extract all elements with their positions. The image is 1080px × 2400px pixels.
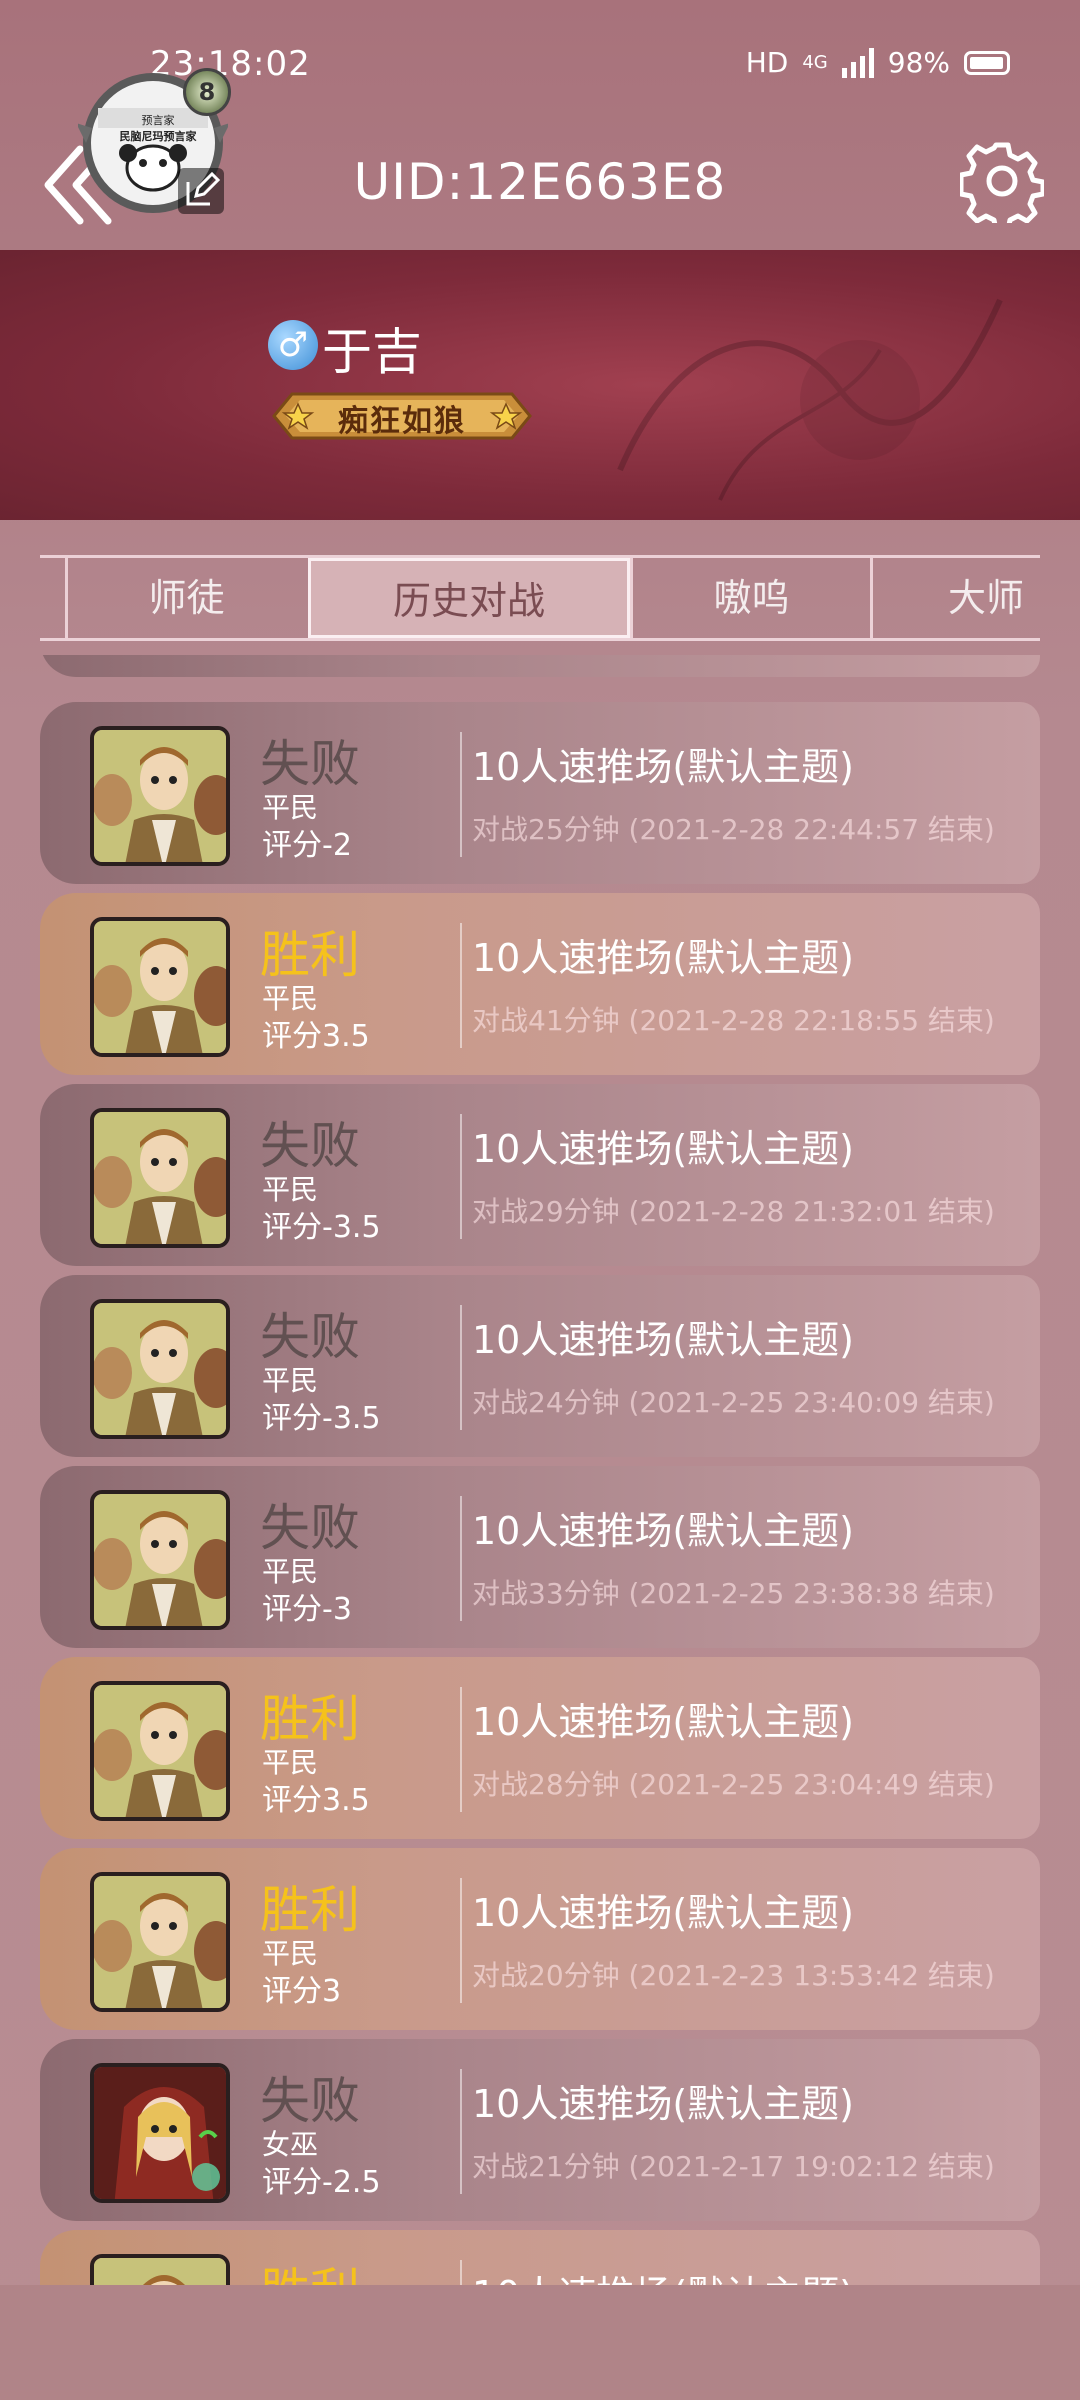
- match-detail: 对战28分钟 (2021-2-25 23:04:49 结束): [472, 1768, 995, 1801]
- decorative-background: [617, 298, 1003, 501]
- match-score: 评分-3: [262, 1592, 352, 1627]
- network-icon: 4G: [802, 51, 828, 73]
- match-detail: 对战24分钟 (2021-2-25 23:40:09 结束): [472, 1386, 995, 1419]
- card-divider: [460, 732, 462, 857]
- role-avatar: [90, 1681, 230, 1821]
- player-name: 于吉: [322, 323, 422, 381]
- avatar-caption-1: 预言家: [141, 114, 175, 127]
- match-card[interactable]: 失败 平民 评分-2 10人速推场(默认主题) 对战25分钟 (2021-2-28 22…: [40, 702, 1040, 884]
- villager-avatar-icon: [94, 921, 226, 1053]
- card-divider: [460, 2260, 462, 2285]
- match-card[interactable]: 胜利 平民 评分3.5 10人速推场(默认主题) 对战41分钟 (2021-2-28 2…: [40, 893, 1040, 1075]
- card-divider: [460, 1114, 462, 1239]
- match-card[interactable]: 胜利 10人速推场(默认主题): [40, 2230, 1040, 2285]
- gender-male-icon: ♂: [268, 320, 318, 370]
- villager-avatar-icon: [94, 2258, 226, 2285]
- match-score: 评分3.5: [262, 1783, 370, 1818]
- edit-icon: [186, 171, 221, 206]
- match-card[interactable]: 胜利 平民 评分3 10人速推场(默认主题) 对战20分钟 (2021-2-23 13:…: [40, 1848, 1040, 2030]
- role-avatar: [90, 1490, 230, 1630]
- match-detail: 对战20分钟 (2021-2-23 13:53:42 结束): [472, 1959, 995, 1992]
- role-avatar: [90, 726, 230, 866]
- match-score: 评分-2.5: [262, 2165, 381, 2200]
- match-detail: 对战29分钟 (2021-2-28 21:32:01 结束): [472, 1195, 995, 1228]
- match-card[interactable]: 胜利 平民 评分3.5 10人速推场(默认主题) 对战28分钟 (2021-2-25 2…: [40, 1657, 1040, 1839]
- match-score: 评分3.5: [262, 1019, 370, 1054]
- match-card[interactable]: 失败 女巫 评分-2.5 10人速推场(默认主题) 对战21分钟 (2021-2-17 …: [40, 2039, 1040, 2221]
- hd-indicator: HD: [745, 46, 789, 79]
- card-divider: [460, 1305, 462, 1430]
- match-detail: 对战41分钟 (2021-2-28 22:18:55 结束): [472, 1004, 995, 1037]
- match-mode: 10人速推场(默认主题): [472, 2082, 855, 2126]
- match-mode: 10人速推场(默认主题): [472, 745, 855, 789]
- match-mode: 10人速推场(默认主题): [472, 1700, 855, 1744]
- level-badge: 8: [183, 68, 231, 116]
- match-score: 评分-3.5: [262, 1401, 381, 1436]
- role-avatar: [90, 2063, 230, 2203]
- villager-avatar-icon: [94, 1112, 226, 1244]
- role-avatar: [90, 1108, 230, 1248]
- match-mode: 10人速推场(默认主题): [472, 936, 855, 980]
- avatar-caption-2: 民脑尼玛预言家: [119, 130, 197, 143]
- match-detail: 对战33分钟 (2021-2-25 23:38:38 结束): [472, 1577, 995, 1610]
- match-mode: 10人速推场(默认主题): [472, 1891, 855, 1935]
- settings-button[interactable]: [958, 139, 1046, 233]
- gear-icon: [958, 142, 1046, 233]
- tab-match-history[interactable]: 历史对战: [308, 558, 630, 638]
- match-score: 评分-2: [262, 828, 352, 863]
- villager-avatar-icon: [94, 1876, 226, 2008]
- match-card[interactable]: 失败 平民 评分-3.5 10人速推场(默认主题) 对战29分钟 (2021-2-28 …: [40, 1084, 1040, 1266]
- battery-icon: [964, 50, 1010, 75]
- list-item-partial[interactable]: [40, 655, 1040, 677]
- role-avatar: [90, 917, 230, 1057]
- title-badge: 痴狂如狼: [272, 388, 532, 444]
- edit-avatar-button[interactable]: [178, 168, 224, 214]
- card-divider: [460, 1496, 462, 1621]
- match-detail: 对战21分钟 (2021-2-17 19:02:12 结束): [472, 2150, 995, 2183]
- match-score: 评分-3.5: [262, 1210, 381, 1245]
- match-detail: 对战25分钟 (2021-2-28 22:44:57 结束): [472, 813, 995, 846]
- match-mode: 10人速推场(默认主题): [472, 1318, 855, 1362]
- role-avatar: [90, 1299, 230, 1439]
- match-result: 胜利: [260, 2252, 360, 2285]
- match-mode: 10人速推场(默认主题): [472, 2264, 854, 2285]
- tab-master[interactable]: 大师: [870, 558, 1040, 638]
- tab-bar: 师徒 历史对战 嗷呜 大师: [40, 555, 1040, 641]
- tab-master-apprentice[interactable]: 师徒: [65, 558, 305, 638]
- status-icons: HD 4G 98%: [746, 46, 1010, 79]
- card-divider: [460, 2069, 462, 2194]
- card-divider: [460, 923, 462, 1048]
- role-avatar: [90, 2254, 230, 2285]
- match-card[interactable]: 失败 平民 评分-3.5 10人速推场(默认主题) 对战24分钟 (2021-2-25 …: [40, 1275, 1040, 1457]
- match-mode: 10人速推场(默认主题): [472, 1127, 855, 1171]
- match-score: 评分3: [262, 1974, 342, 2009]
- card-divider: [460, 1878, 462, 2003]
- profile-header: [0, 250, 1080, 520]
- villager-avatar-icon: [94, 1685, 226, 1817]
- title-badge-text: 痴狂如狼: [338, 404, 466, 439]
- bottom-bar: [0, 2285, 1080, 2400]
- card-divider: [460, 1687, 462, 1812]
- match-card[interactable]: 失败 平民 评分-3 10人速推场(默认主题) 对战33分钟 (2021-2-25 23…: [40, 1466, 1040, 1648]
- match-mode: 10人速推场(默认主题): [472, 1509, 855, 1553]
- villager-avatar-icon: [94, 730, 226, 862]
- villager-avatar-icon: [94, 1494, 226, 1626]
- battery-percent: 98%: [887, 46, 950, 79]
- tab-aowu[interactable]: 嗷呜: [630, 558, 870, 638]
- witch-avatar-icon: [94, 2067, 226, 2199]
- match-history-list[interactable]: 失败 平民 评分-2 10人速推场(默认主题) 对战25分钟 (2021-2-28 22…: [40, 655, 1040, 2285]
- role-avatar: [90, 1872, 230, 2012]
- villager-avatar-icon: [94, 1303, 226, 1435]
- signal-icon: [841, 47, 874, 78]
